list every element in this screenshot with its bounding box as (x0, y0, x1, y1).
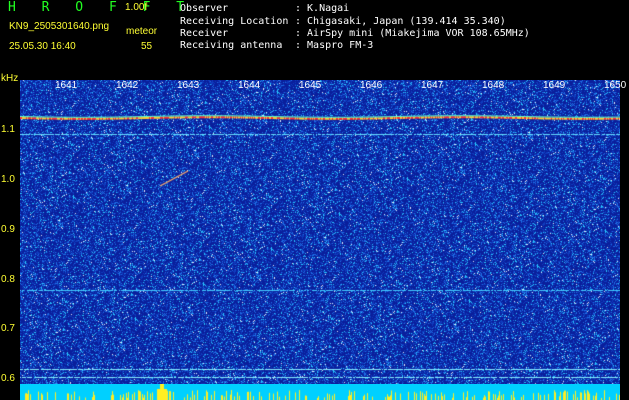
time-tick: 1647 (421, 80, 444, 91)
signal-level-canvas (20, 384, 620, 400)
time-tick: 1643 (177, 80, 200, 91)
timestamp-label: 25.05.30 16:40 (9, 41, 76, 52)
receiver-value: : AirSpy mini (Miakejima VOR 108.65MHz) (295, 28, 530, 39)
freq-tick: 0.6 (1, 373, 15, 384)
time-tick: 1644 (238, 80, 261, 91)
time-tick: 1648 (482, 80, 505, 91)
antenna-value: : Maspro FM-3 (295, 40, 374, 51)
freq-tick: 0.7 (1, 323, 15, 334)
location-key: Receiving Location (180, 16, 289, 27)
freq-tick: 0.8 (1, 274, 15, 285)
time-tick: 1642 (116, 80, 139, 91)
header: H R O F F T 1.00f KN9_2505301640.png met… (0, 0, 629, 74)
time-axis: 1641 1642 1643 1644 1645 1646 1647 1648 … (20, 80, 626, 94)
antenna-key: Receiving antenna (180, 40, 283, 51)
observer-key: Observer (180, 3, 229, 14)
app-title: H R O F F T (8, 0, 194, 15)
signal-level-bar (20, 384, 620, 400)
filename-label: KN9_2505301640.png (9, 21, 110, 32)
meteor-count: 55 (141, 41, 153, 52)
frequency-unit-label: kHz (1, 73, 19, 84)
spectrogram-canvas (20, 80, 620, 385)
location-row: Receiving Location : Chigasaki, Japan (13… (180, 16, 506, 27)
version-label: 1.00f (125, 2, 148, 13)
freq-tick: 1.0 (1, 174, 15, 185)
freq-tick: 0.9 (1, 224, 15, 235)
time-tick: 1649 (543, 80, 566, 91)
time-tick: 1641 (55, 80, 78, 91)
receiver-key: Receiver (180, 28, 229, 39)
meteor-label: meteor (126, 26, 158, 37)
observer-row: Observer : K.Nagai (180, 3, 349, 14)
time-tick: 1650 (604, 80, 627, 91)
observer-value: : K.Nagai (295, 3, 350, 14)
spectrogram-plot[interactable] (20, 80, 620, 385)
freq-tick: 1.1 (1, 124, 15, 135)
time-tick: 1645 (299, 80, 322, 91)
location-value: : Chigasaki, Japan (139.414 35.340) (295, 16, 506, 27)
receiver-row: Receiver : AirSpy mini (Miakejima VOR 108… (180, 28, 530, 39)
time-tick: 1646 (360, 80, 383, 91)
antenna-row: Receiving antenna : Maspro FM-3 (180, 40, 373, 51)
